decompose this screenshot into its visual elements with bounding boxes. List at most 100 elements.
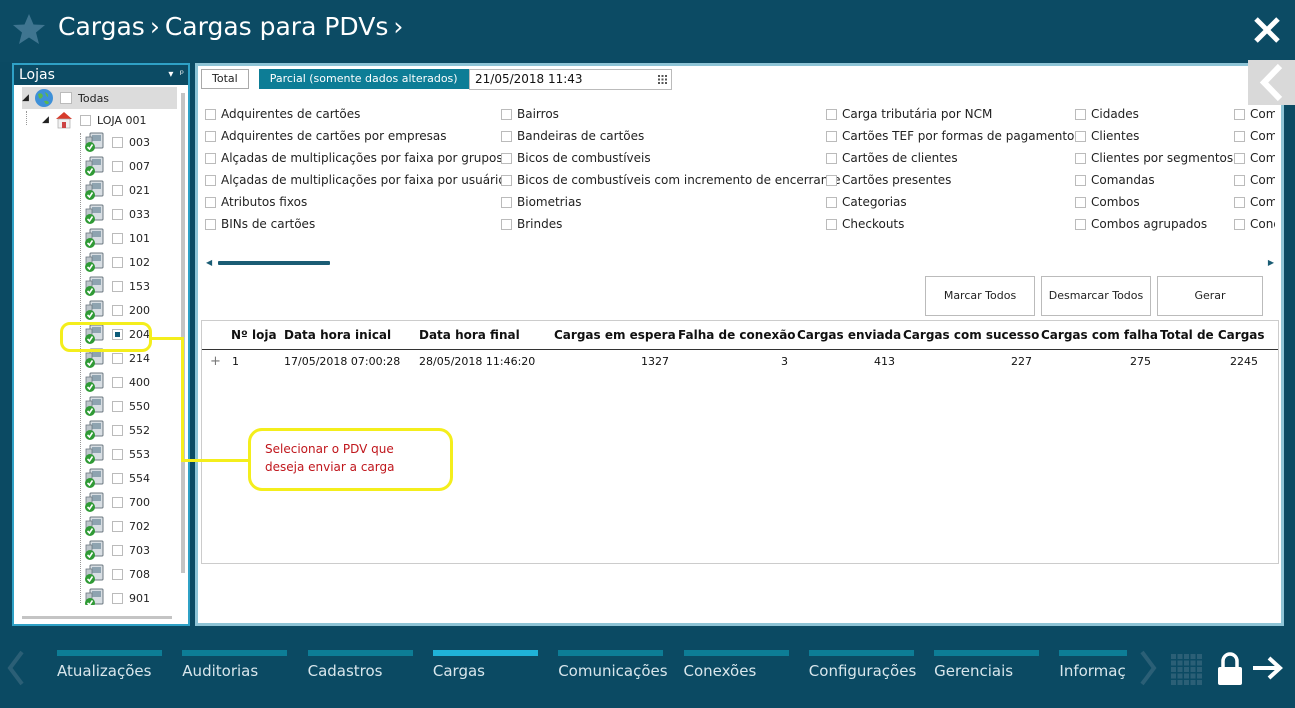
col-header-loja[interactable]: Nº loja: [231, 321, 277, 349]
tree-row-pdv[interactable]: 400: [84, 371, 150, 393]
nav-item[interactable]: Configurações: [808, 650, 916, 690]
col-header-inicio[interactable]: Data hora inical: [284, 321, 391, 349]
option-checkbox[interactable]: [1075, 152, 1086, 164]
gerar-button[interactable]: Gerar: [1157, 276, 1263, 316]
pdv-checkbox[interactable]: [112, 544, 123, 556]
option-checkbox[interactable]: [501, 174, 512, 186]
tree-row-pdv[interactable]: 003: [84, 131, 150, 153]
pdv-checkbox[interactable]: [112, 256, 123, 268]
option-checkbox[interactable]: [205, 174, 216, 186]
option-checkbox[interactable]: [205, 218, 216, 230]
option-checkbox-item[interactable]: Cond: [1234, 216, 1275, 232]
option-checkbox[interactable]: [501, 130, 512, 142]
col-header-falha-conexao[interactable]: Falha de conexão: [678, 321, 796, 349]
option-checkbox[interactable]: [1075, 218, 1086, 230]
option-checkbox[interactable]: [205, 108, 216, 120]
option-checkbox[interactable]: [1234, 108, 1245, 120]
option-checkbox-item[interactable]: Adquirentes de cartões por empresas: [205, 128, 447, 144]
option-checkbox-item[interactable]: Carga tributária por NCM: [826, 106, 992, 122]
option-checkbox[interactable]: [1234, 174, 1245, 186]
tree-horizontal-scrollbar[interactable]: [14, 612, 182, 622]
col-header-enviada[interactable]: Cargas enviada: [797, 321, 901, 349]
option-checkbox-item[interactable]: Atributos fixos: [205, 194, 307, 210]
tab-total[interactable]: Total: [201, 69, 249, 89]
nav-item[interactable]: Cadastros: [307, 650, 413, 690]
nav-prev-icon[interactable]: [6, 650, 26, 686]
tree-row-loja[interactable]: ◢ LOJA 001: [42, 109, 146, 131]
option-checkbox[interactable]: [826, 108, 837, 120]
option-checkbox-item[interactable]: Com: [1234, 128, 1275, 144]
option-checkbox-item[interactable]: Adquirentes de cartões: [205, 106, 360, 122]
collapse-icon[interactable]: ◢: [22, 93, 34, 103]
tree-row-pdv[interactable]: 702: [84, 515, 150, 537]
tree-row-pdv[interactable]: 553: [84, 443, 150, 465]
option-checkbox-item[interactable]: Brindes: [501, 216, 562, 232]
option-checkbox-item[interactable]: Bairros: [501, 106, 559, 122]
option-checkbox[interactable]: [1234, 152, 1245, 164]
nav-item[interactable]: Comunicações: [558, 650, 668, 690]
loja-checkbox[interactable]: [80, 114, 91, 126]
option-checkbox-item[interactable]: Comandas: [1075, 172, 1155, 188]
option-checkbox-item[interactable]: Cidades: [1075, 106, 1139, 122]
star-icon[interactable]: [12, 12, 46, 46]
option-checkbox[interactable]: [826, 218, 837, 230]
col-header-fim[interactable]: Data hora final: [419, 321, 520, 349]
option-checkbox[interactable]: [501, 218, 512, 230]
option-checkbox-item[interactable]: Com: [1234, 194, 1275, 210]
option-checkbox[interactable]: [1234, 130, 1245, 142]
nav-next-icon[interactable]: [1138, 650, 1158, 686]
date-input[interactable]: 21/05/2018 11:43: [469, 69, 672, 90]
pdv-checkbox[interactable]: [112, 160, 123, 172]
option-checkbox-item[interactable]: Com: [1234, 172, 1275, 188]
nav-item[interactable]: Cargas: [432, 650, 538, 690]
col-header-sucesso[interactable]: Cargas com sucesso: [903, 321, 1039, 349]
tree-row-pdv[interactable]: 552: [84, 419, 150, 441]
option-checkbox-item[interactable]: Checkouts: [826, 216, 904, 232]
option-checkbox-item[interactable]: Cartões presentes: [826, 172, 951, 188]
side-panel-toggle[interactable]: [1248, 60, 1295, 105]
option-checkbox-item[interactable]: Bicos de combustíveis: [501, 150, 651, 166]
collapse-icon[interactable]: ◢: [42, 115, 54, 125]
option-checkbox-item[interactable]: BINs de cartões: [205, 216, 315, 232]
lock-icon[interactable]: [1216, 652, 1244, 686]
apps-grid-icon[interactable]: [1171, 654, 1203, 686]
todas-checkbox[interactable]: [60, 92, 72, 104]
options-horizontal-scrollbar[interactable]: ◀ ▶: [204, 258, 1276, 268]
tree-row-todas[interactable]: ◢ Todas: [22, 87, 177, 109]
option-checkbox-item[interactable]: Com: [1234, 106, 1275, 122]
option-checkbox[interactable]: [826, 174, 837, 186]
close-icon[interactable]: [1253, 16, 1281, 44]
scrollbar-thumb[interactable]: [218, 261, 330, 265]
option-checkbox[interactable]: [1075, 108, 1086, 120]
marcar-todos-button[interactable]: Marcar Todos: [925, 276, 1035, 316]
pdv-checkbox[interactable]: [112, 136, 123, 148]
option-checkbox[interactable]: [205, 130, 216, 142]
option-checkbox[interactable]: [1075, 174, 1086, 186]
calendar-icon[interactable]: [658, 75, 667, 84]
option-checkbox-item[interactable]: Combos: [1075, 194, 1140, 210]
pdv-checkbox[interactable]: [112, 280, 123, 292]
tree-row-pdv[interactable]: 200: [84, 299, 150, 321]
option-checkbox[interactable]: [826, 196, 837, 208]
tree-row-pdv[interactable]: 033: [84, 203, 150, 225]
option-checkbox-item[interactable]: Clientes por segmentos: [1075, 150, 1233, 166]
option-checkbox[interactable]: [501, 196, 512, 208]
panel-controls[interactable]: ▾ ᵖ: [168, 65, 184, 85]
option-checkbox-item[interactable]: Clientes: [1075, 128, 1139, 144]
option-checkbox[interactable]: [205, 196, 216, 208]
pdv-checkbox[interactable]: [112, 304, 123, 316]
tree-row-pdv[interactable]: 101: [84, 227, 150, 249]
tree-row-pdv[interactable]: 007: [84, 155, 150, 177]
pdv-checkbox[interactable]: [112, 400, 123, 412]
col-header-falha[interactable]: Cargas com falha: [1041, 321, 1158, 349]
option-checkbox-item[interactable]: Biometrias: [501, 194, 582, 210]
tree-row-pdv[interactable]: 550: [84, 395, 150, 417]
pdv-checkbox[interactable]: [112, 376, 123, 388]
option-checkbox-item[interactable]: Bandeiras de cartões: [501, 128, 644, 144]
tree-row-pdv[interactable]: 021: [84, 179, 150, 201]
tree-row-pdv[interactable]: 153: [84, 275, 150, 297]
tree-row-pdv[interactable]: 554: [84, 467, 150, 489]
nav-item[interactable]: Gerenciais: [934, 650, 1040, 690]
desmarcar-todos-button[interactable]: Desmarcar Todos: [1041, 276, 1151, 316]
option-checkbox-item[interactable]: Com: [1234, 150, 1275, 166]
